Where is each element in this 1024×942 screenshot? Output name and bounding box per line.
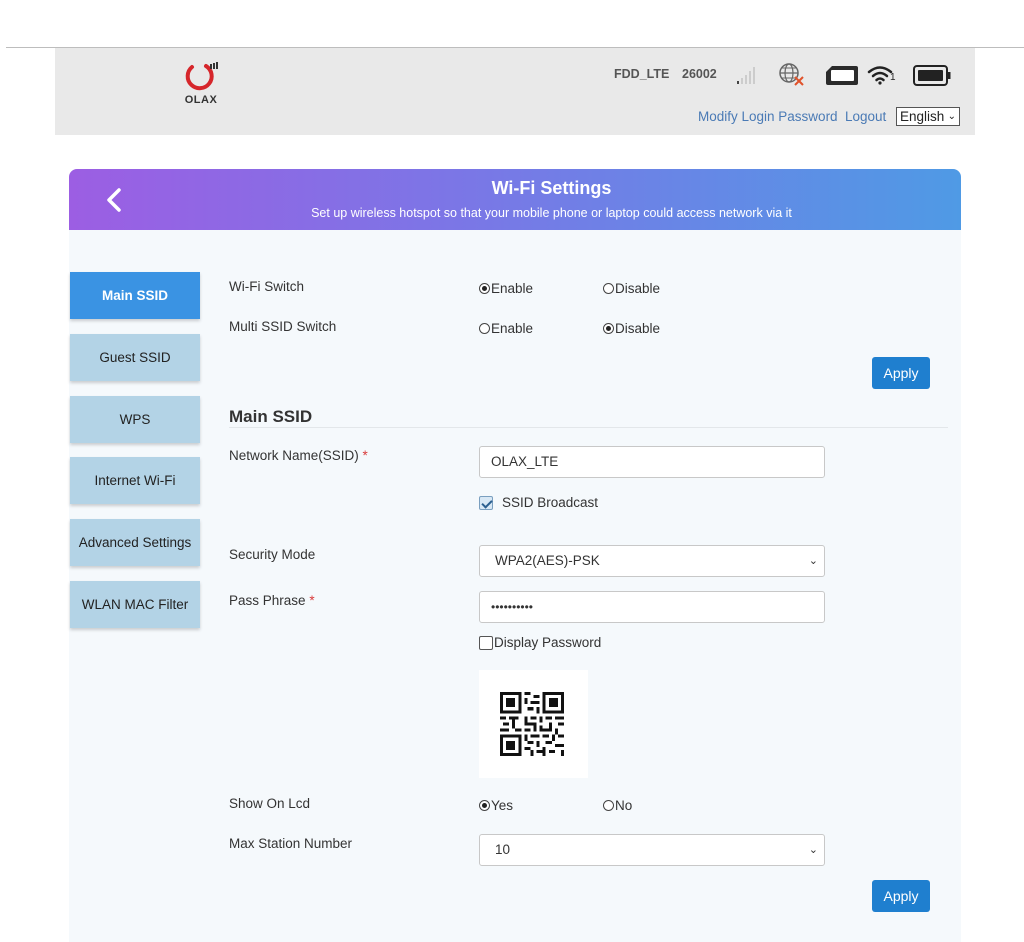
- modify-login-password-link[interactable]: Modify Login Password: [698, 109, 838, 124]
- security-mode-value: WPA2(AES)-PSK: [495, 553, 600, 568]
- radio-label: Disable: [615, 321, 661, 336]
- radio-label: No: [615, 798, 633, 813]
- sidebar-item-advanced-settings[interactable]: Advanced Settings: [70, 519, 200, 566]
- multi-ssid-disable-radio[interactable]: Disable: [603, 321, 660, 336]
- ssid-broadcast-label: SSID Broadcast: [502, 495, 599, 510]
- main-ssid-apply-button[interactable]: Apply: [872, 880, 930, 912]
- pass-phrase-label: Pass Phrase *: [229, 593, 315, 608]
- wifi-clients-count: 1: [890, 72, 896, 83]
- radio-unselected-icon: [603, 800, 614, 811]
- logout-link[interactable]: Logout: [845, 109, 886, 124]
- network-name-label: Network Name(SSID) *: [229, 448, 368, 463]
- network-name-input[interactable]: OLAX_LTE: [479, 446, 825, 478]
- olax-logo: OLAX: [179, 60, 223, 108]
- sidebar-item-wps[interactable]: WPS: [70, 396, 200, 443]
- required-mark: *: [362, 448, 368, 463]
- sidebar-item-internet-wifi[interactable]: Internet Wi-Fi: [70, 457, 200, 504]
- page-subtitle: Set up wireless hotspot so that your mob…: [311, 206, 792, 220]
- radio-selected-icon: [603, 323, 614, 334]
- page-title: Wi-Fi Settings: [491, 178, 612, 198]
- max-station-value: 10: [495, 842, 511, 857]
- show-on-lcd-label: Show On Lcd: [229, 796, 311, 811]
- sidebar-item-guest-ssid[interactable]: Guest SSID: [70, 334, 200, 381]
- checkbox-unchecked-icon: [479, 635, 493, 650]
- multi-ssid-switch-label: Multi SSID Switch: [229, 319, 337, 334]
- max-station-label: Max Station Number: [229, 836, 353, 851]
- show-on-lcd-yes-radio[interactable]: Yes: [479, 798, 513, 813]
- signal-icon: [737, 67, 755, 84]
- section-divider: [229, 427, 948, 428]
- radio-label: Yes: [491, 798, 514, 813]
- radio-unselected-icon: [603, 283, 614, 294]
- pass-phrase-label-text: Pass Phrase: [229, 593, 306, 608]
- qr-code-icon: [500, 692, 564, 756]
- network-name-label-text: Network Name(SSID): [229, 448, 359, 463]
- radio-label: Disable: [615, 281, 661, 296]
- radio-unselected-icon: [479, 323, 490, 334]
- wifi-switch-enable-radio[interactable]: Enable: [479, 281, 533, 296]
- chevron-down-icon: ⌄: [947, 111, 956, 122]
- chevron-down-icon: ⌄: [808, 555, 818, 567]
- page-banner: Wi-Fi Settings Set up wireless hotspot s…: [69, 169, 961, 230]
- sidebar-item-main-ssid[interactable]: Main SSID: [70, 272, 200, 319]
- pass-phrase-input[interactable]: ••••••••••: [479, 591, 825, 623]
- radio-label: Enable: [491, 321, 534, 336]
- battery-icon: [913, 65, 951, 86]
- switches-apply-button[interactable]: Apply: [872, 357, 930, 389]
- max-station-select[interactable]: 10 ⌄: [479, 834, 825, 866]
- ssid-broadcast-checkbox[interactable]: SSID Broadcast: [479, 495, 598, 510]
- radio-selected-icon: [479, 283, 490, 294]
- language-select-value: English: [900, 109, 945, 124]
- multi-ssid-enable-radio[interactable]: Enable: [479, 321, 533, 336]
- required-mark: *: [309, 593, 315, 608]
- language-select[interactable]: English ⌄: [896, 107, 960, 126]
- network-type-text: FDD_LTE: [614, 67, 670, 81]
- globe-disconnected-icon: [779, 63, 804, 86]
- show-on-lcd-no-radio[interactable]: No: [603, 798, 632, 813]
- security-mode-label: Security Mode: [229, 547, 316, 562]
- chevron-down-icon: ⌄: [808, 844, 818, 856]
- display-password-checkbox[interactable]: Display Password: [479, 635, 601, 650]
- olax-logo-icon: [185, 62, 218, 91]
- section-title-main-ssid: Main SSID: [229, 407, 313, 426]
- display-password-label: Display Password: [494, 635, 602, 650]
- sim-card-icon: [826, 66, 858, 85]
- checkbox-checked-icon: [479, 495, 493, 510]
- radio-selected-icon: [479, 800, 490, 811]
- sidebar-item-wlan-mac-filter[interactable]: WLAN MAC Filter: [70, 581, 200, 628]
- qr-code-panel: [479, 670, 588, 778]
- wifi-switch-disable-radio[interactable]: Disable: [603, 281, 660, 296]
- wifi-switch-label: Wi-Fi Switch: [229, 279, 304, 294]
- security-mode-select[interactable]: WPA2(AES)-PSK ⌄: [479, 545, 825, 577]
- header-bar: OLAX FDD_LTE 26002 1 Modify Login Passwo…: [55, 48, 975, 135]
- network-code-text: 26002: [682, 67, 717, 81]
- logo-text: OLAX: [184, 94, 218, 106]
- radio-label: Enable: [491, 281, 534, 296]
